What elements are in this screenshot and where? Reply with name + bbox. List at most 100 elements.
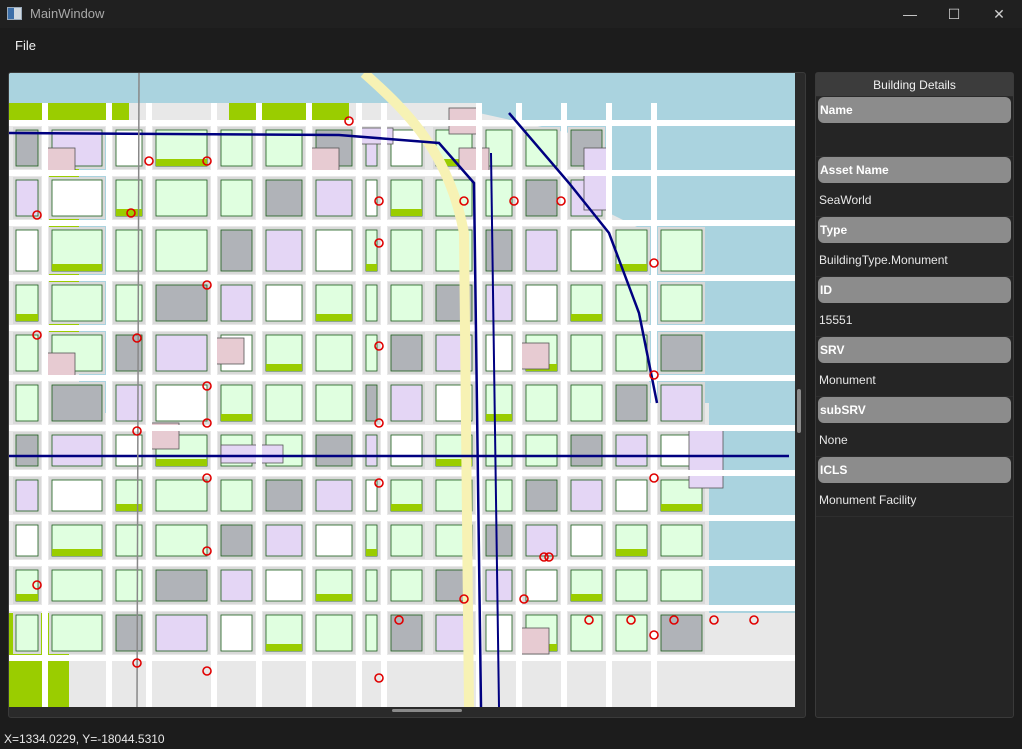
road [9,220,795,226]
building [315,229,353,272]
maximize-button[interactable]: ☐ [931,0,977,28]
park-strip [571,314,602,321]
building [15,179,39,217]
building [155,384,208,422]
road [9,120,795,126]
building [15,129,39,167]
building [220,614,253,652]
field-label: ICLS [818,457,1011,483]
close-button[interactable]: ✕ [976,0,1022,28]
park-strip [16,314,38,321]
building-details-panel: Building Details Name Asset Name SeaWorld T… [815,72,1014,718]
building [485,569,513,602]
building [390,284,423,322]
building [155,614,208,652]
building [265,229,303,272]
road [9,425,795,431]
building [570,229,603,272]
pink-building [518,627,550,655]
road [9,560,795,566]
horizontal-scrollbar[interactable] [392,709,462,712]
building [570,479,603,512]
building [390,229,423,272]
building [365,434,378,467]
menu-file[interactable]: File [15,38,36,53]
field-value: 15551 [816,303,1013,337]
building [615,334,648,372]
building [51,384,103,422]
road [561,103,567,707]
window-title: MainWindow [30,6,105,21]
park-strip [52,264,102,271]
building [485,179,513,217]
building [220,179,253,217]
road [9,470,795,476]
field-value: SeaWorld [816,183,1013,217]
panel-header: Building Details [816,73,1013,97]
road [9,605,795,611]
road [9,515,795,521]
road [9,375,795,381]
building [615,614,648,652]
park-strip [266,364,302,371]
building [485,479,513,512]
building [315,479,353,512]
building [155,569,208,602]
park-strip [616,549,647,556]
building [485,434,513,467]
map-canvas[interactable] [9,73,795,707]
road [651,103,657,707]
building [15,334,39,372]
road [9,655,795,661]
building [570,384,603,422]
building [660,569,703,602]
building [115,614,143,652]
building [51,614,103,652]
park-strip [16,594,38,601]
park-strip [316,314,352,321]
building [265,524,303,557]
park-strip [52,549,102,556]
minimize-button[interactable]: — [887,0,933,28]
road [146,103,152,707]
building [525,284,558,322]
building [51,284,103,322]
building [525,479,558,512]
field-label: subSRV [818,397,1011,423]
vertical-scrollbar[interactable] [797,389,801,433]
building [615,384,648,422]
field-label: Asset Name [818,157,1011,183]
building [155,179,208,217]
building [220,284,253,322]
building [525,569,558,602]
building [485,524,513,557]
road [356,103,362,707]
building [390,384,423,422]
building [485,334,513,372]
building [570,614,603,652]
building [525,129,558,167]
field-value: Monument Facility [816,483,1013,517]
building [220,229,253,272]
building [615,479,648,512]
road [9,325,795,331]
purple-building [688,427,724,489]
building [155,479,208,512]
building [660,284,703,322]
building [570,334,603,372]
field-label: SRV [818,337,1011,363]
building [220,479,253,512]
building [365,284,378,322]
building [315,179,353,217]
building [660,229,703,272]
building [570,524,603,557]
road [9,275,795,281]
building [525,434,558,467]
building [390,524,423,557]
map-view[interactable] [8,72,806,718]
building [525,384,558,422]
building [660,614,703,652]
building [265,569,303,602]
building [51,569,103,602]
building [570,434,603,467]
